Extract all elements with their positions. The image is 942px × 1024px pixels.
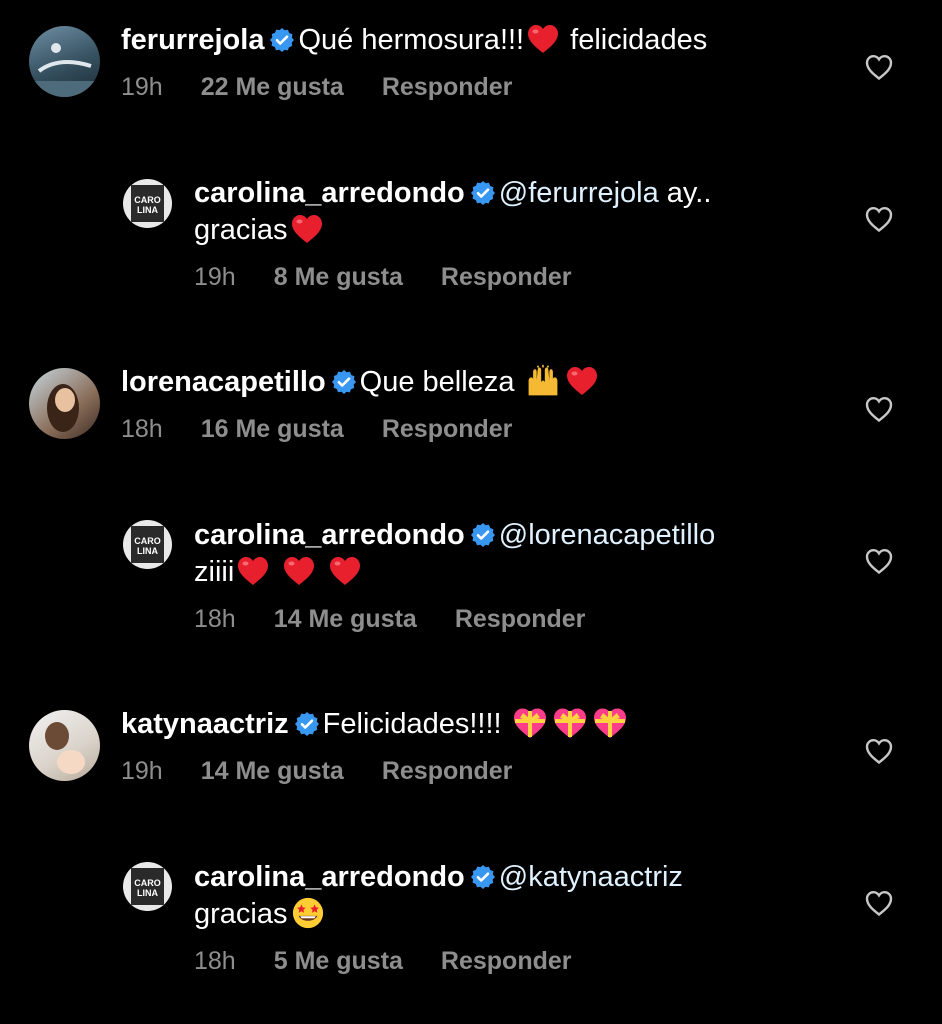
likes-count[interactable]: 5 Me gusta [274,947,403,976]
reply-button[interactable]: Responder [382,757,513,786]
svg-text:CARO: CARO [134,195,161,205]
like-heart-icon[interactable] [864,889,894,917]
verified-badge-icon [471,865,495,889]
avatar-image: CARO LINA [131,868,164,905]
reply-button[interactable]: Responder [382,73,513,102]
comment-meta: 18h 14 Me gusta Responder [194,605,852,634]
timestamp[interactable]: 19h [194,263,236,292]
verified-badge-icon [471,523,495,547]
reply-button[interactable]: Responder [441,947,572,976]
svg-text:LINA: LINA [137,205,158,215]
comment-text: carolina_arredondo @lorenacapetillo ziiii [194,517,852,591]
comment-meta: 18h 16 Me gusta Responder [121,415,852,444]
heart-with-ribbon-emoji [512,706,548,740]
comment-body: carolina_arredondo @katynaactriz gracias 1… [194,859,852,976]
timestamp[interactable]: 19h [121,757,163,786]
avatar[interactable]: CARO LINA [123,179,172,228]
comment-text: carolina_arredondo @katynaactriz gracias [194,859,852,933]
red-heart-emoji [236,555,270,587]
username-link[interactable]: carolina_arredondo [194,861,465,893]
likes-count[interactable]: 14 Me gusta [201,757,344,786]
comment-body: carolina_arredondo @lorenacapetillo ziiii … [194,517,852,634]
timestamp[interactable]: 18h [121,415,163,444]
avatar[interactable] [29,368,100,439]
avatar-image: CARO LINA [131,185,164,222]
avatar[interactable]: CARO LINA [123,862,172,911]
reply-button[interactable]: Responder [455,605,586,634]
red-heart-emoji [282,555,316,587]
mention-link[interactable]: @lorenacapetillo [499,519,715,551]
mention-link[interactable]: @katynaactriz [499,861,683,893]
comment-text-part: Que belleza [359,366,523,398]
heart-with-ribbon-emoji [592,706,628,740]
svg-text:LINA: LINA [137,888,158,898]
verified-badge-icon [332,370,356,394]
username-link[interactable]: carolina_arredondo [194,519,465,551]
comment-text: ferurrejola Qué hermosura!!! felicidades [121,22,852,59]
comment-text-part: ay.. [658,177,712,209]
comment-meta: 19h 8 Me gusta Responder [194,263,852,292]
avatar-image [47,384,79,432]
username-link[interactable]: katynaactriz [121,708,289,740]
comment-meta: 19h 14 Me gusta Responder [121,757,852,786]
comment-body: ferurrejola Qué hermosura!!! felicidades … [121,22,852,102]
comment-text-part: gracias [194,214,288,246]
svg-text:CARO: CARO [134,878,161,888]
username-link[interactable]: ferurrejola [121,24,264,56]
like-heart-icon[interactable] [864,547,894,575]
avatar[interactable] [29,26,100,97]
reply-button[interactable]: Responder [441,263,572,292]
comment-text-part: Felicidades!!!! [322,708,510,740]
comment-text-part: Qué hermosura!!! [298,24,525,56]
username-link[interactable]: lorenacapetillo [121,366,326,398]
like-heart-icon[interactable] [864,205,894,233]
verified-badge-icon [270,28,294,52]
svg-text:LINA: LINA [137,546,158,556]
reply-button[interactable]: Responder [382,415,513,444]
avatar-image: CARO LINA [131,526,164,563]
red-heart-emoji [290,213,324,245]
like-heart-icon[interactable] [864,53,894,81]
likes-count[interactable]: 8 Me gusta [274,263,403,292]
comment-body: carolina_arredondo @ferurrejola ay.. graci… [194,175,852,292]
comment-text: carolina_arredondo @ferurrejola ay.. graci… [194,175,852,249]
like-heart-icon[interactable] [864,737,894,765]
avatar-image [29,43,100,97]
likes-count[interactable]: 16 Me gusta [201,415,344,444]
verified-badge-icon [471,181,495,205]
comment-body: katynaactriz Felicidades!!!! 19h 14 Me gu… [121,706,852,786]
avatar[interactable] [29,710,100,781]
red-heart-emoji [328,555,362,587]
timestamp[interactable]: 19h [121,73,163,102]
comment-text: lorenacapetillo Que belleza [121,364,852,401]
avatar-image [45,722,85,774]
comment-body: lorenacapetillo Que belleza 18h 16 Me gus… [121,364,852,444]
comment-text-part: felicidades [562,24,708,56]
likes-count[interactable]: 22 Me gusta [201,73,344,102]
like-heart-icon[interactable] [864,395,894,423]
raised-hands-emoji [525,364,561,398]
comment-text-part: gracias [194,898,288,930]
avatar[interactable]: CARO LINA [123,520,172,569]
comment-meta: 18h 5 Me gusta Responder [194,947,852,976]
likes-count[interactable]: 14 Me gusta [274,605,417,634]
red-heart-emoji [565,365,599,397]
svg-text:CARO: CARO [134,536,161,546]
username-link[interactable]: carolina_arredondo [194,177,465,209]
comment-text-part: ziiii [194,556,235,588]
heart-with-ribbon-emoji [552,706,588,740]
verified-badge-icon [295,712,319,736]
comment-text: katynaactriz Felicidades!!!! [121,706,852,743]
star-struck-emoji [290,896,326,930]
comment-meta: 19h 22 Me gusta Responder [121,73,852,102]
mention-link[interactable]: @ferurrejola [499,177,659,209]
red-heart-emoji [526,23,560,55]
timestamp[interactable]: 18h [194,605,236,634]
timestamp[interactable]: 18h [194,947,236,976]
